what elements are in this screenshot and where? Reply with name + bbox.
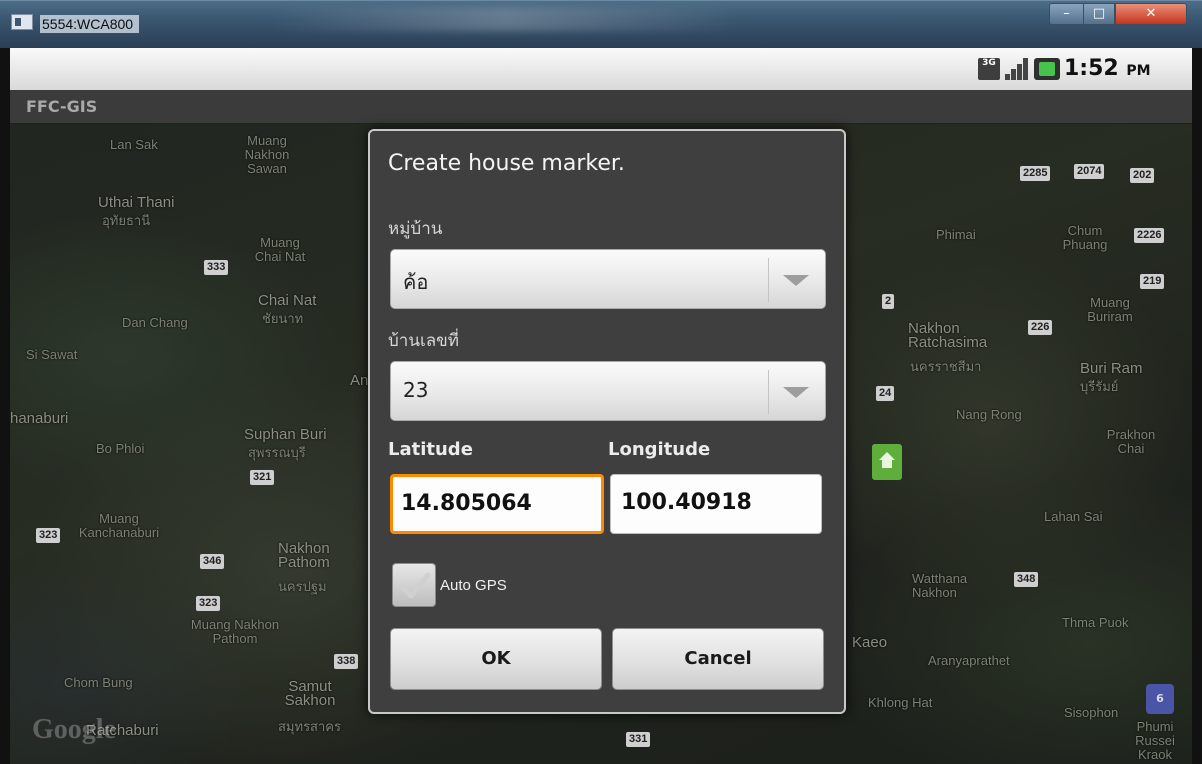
window-titlebar[interactable]: 5554:WCA800 – □ ✕ [0,0,1202,48]
map-label: Lan Sak [110,137,158,152]
dropdown-arrow-icon [783,387,809,398]
dropdown-arrow-icon [783,275,809,286]
map-label: Aranyaprathet [928,653,1010,668]
map-label: Nakhon Ratchasima [908,320,988,351]
minimize-button[interactable]: – [1049,3,1083,25]
maximize-button[interactable]: □ [1083,3,1115,25]
map-label: บุรีรัมย์ [1080,379,1119,394]
map-label: สมุทรสาคร [278,719,341,734]
dialog-title: Create house marker. [388,151,625,176]
road-shield: 2 [882,294,895,309]
road-shield: 2074 [1074,164,1105,179]
map-label: Si Sawat [26,347,78,362]
road-shield: 202 [1130,168,1155,183]
close-button[interactable]: ✕ [1115,3,1187,25]
map-label: Muang Chai Nat [254,235,306,264]
house-number-spinner[interactable]: 23 [390,361,826,421]
ok-button[interactable]: OK [390,628,602,690]
window-title: 5554:WCA800 [40,15,140,33]
checkmark-icon [399,572,431,599]
road-shield: 323 [196,596,221,611]
map-label: Phumi Russei Kraok [1135,719,1175,762]
signal-strength-icon [1005,58,1029,80]
road-shield: 348 [1014,572,1039,587]
cancel-button[interactable]: Cancel [612,628,824,690]
auto-gps-label: Auto GPS [440,577,507,594]
auto-gps-checkbox[interactable] [392,563,436,607]
spinner-divider [768,370,769,414]
clock-time: 1:52 [1064,56,1119,81]
map-label: Muang Nakhon Pathom [190,617,280,646]
spinner-divider [768,258,769,302]
road-shield: 219 [1140,274,1165,289]
map-label: Thma Puok [1062,615,1129,630]
road-shield: 346 [200,554,225,569]
road-shield: 321 [250,470,275,485]
house-number-label: บ้านเลขที่ [388,331,460,351]
app-title-bar: FFC-GIS [10,90,1192,124]
map-label: Khlong Hat [868,695,933,710]
map-label: Nakhon Pathom [278,540,330,571]
map-label: Dan Chang [122,315,188,330]
map-label: Phimai [936,227,976,242]
highway-shield-icon: 6 [1146,684,1174,714]
road-shield: 331 [626,732,651,747]
map-label: Bo Phloi [96,441,145,456]
village-spinner[interactable]: ค้อ [390,249,826,309]
map-label: Chom Bung [64,675,133,690]
map-label: ชัยนาท [262,311,304,326]
road-shield: 226 [1028,320,1053,335]
clock-ampm: PM [1126,63,1151,79]
road-shield: 323 [36,528,61,543]
status-clock: 1:52 PM [1064,56,1151,81]
google-watermark: Google [32,714,116,745]
road-shield: 24 [876,386,895,401]
house-marker-icon[interactable] [872,444,902,480]
app-title: FFC-GIS [26,97,98,116]
battery-icon [1034,58,1060,80]
map-label: Nang Rong [956,407,1022,422]
road-shield: 333 [204,260,229,275]
map-label: Muang Buriram [1087,295,1133,324]
village-value: ค้อ [403,270,429,294]
longitude-label: Longitude [608,439,711,460]
map-label: Watthana Nakhon [912,571,968,600]
blurred-title-region [270,7,740,31]
emulator-app-icon[interactable] [11,14,33,30]
road-shield: 2285 [1020,166,1051,181]
map-label: Muang Nakhon Sawan [244,133,290,176]
create-house-marker-dialog: Create house marker. หมู่บ้าน ค้อ บ้านเล… [368,129,846,714]
map-label: Lahan Sai [1044,509,1103,524]
map-label: Uthai Thani [98,194,175,211]
longitude-input[interactable]: 100.40918 [610,474,822,534]
house-number-value: 23 [403,378,429,402]
village-label: หมู่บ้าน [388,219,443,239]
android-status-bar: 3G 1:52 PM [10,48,1192,90]
map-label: Kaeo [852,634,888,651]
latitude-input[interactable]: 14.805064 [390,474,604,534]
map-label: Prakhon Chai [1106,427,1156,456]
map-label: hanaburi [10,410,69,427]
map-label: Muang Kanchanaburi [78,511,160,540]
map-label: Suphan Buri [244,426,327,443]
map-label: อุทัยธานี [102,213,151,228]
map-label: นครปฐม [278,579,327,594]
latitude-label: Latitude [388,439,473,460]
road-shield: 338 [334,654,359,669]
map-label: สุพรรณบุรี [248,445,306,460]
map-label: Buri Ram [1080,360,1143,377]
map-label: Chai Nat [258,292,317,309]
map-label: Chum Phuang [1062,223,1108,252]
map-label: Sisophon [1064,705,1119,720]
network-3g-icon: 3G [978,58,1000,80]
map-label: Samut Sakhon [284,678,336,709]
road-shield: 2226 [1134,228,1165,243]
map-label: นครราชสีมา [910,359,982,374]
